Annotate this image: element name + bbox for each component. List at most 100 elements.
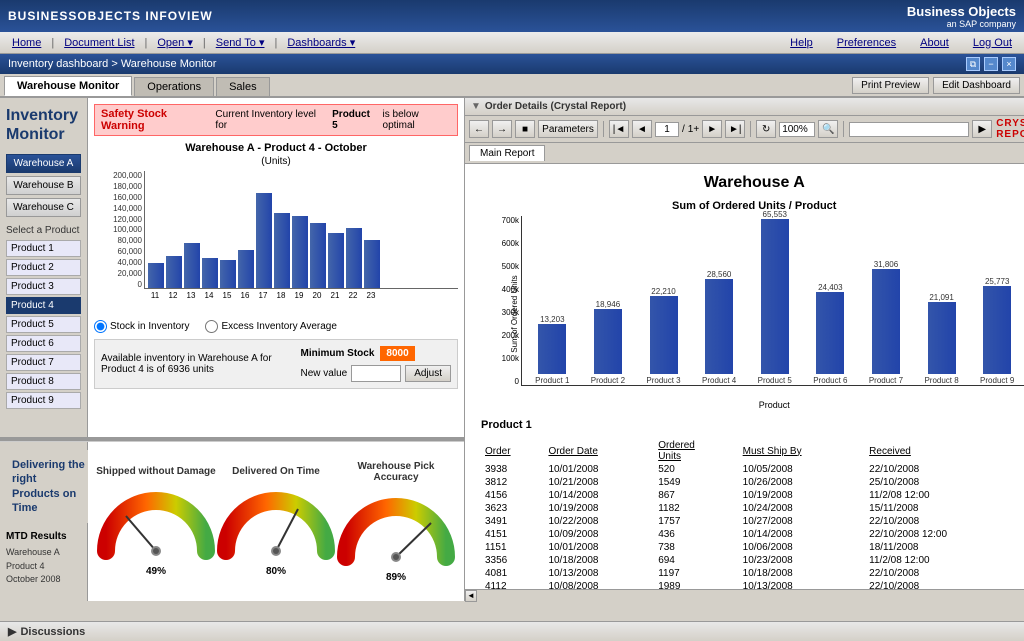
gauge-delivered-svg bbox=[216, 481, 336, 561]
mtd-info: Warehouse A Product 4 October 2008 bbox=[6, 546, 81, 587]
y-axis: 200,000 180,000 160,000 140,000 120,000 … bbox=[94, 171, 142, 289]
nav-open[interactable]: Open ▾ bbox=[149, 34, 201, 51]
stop-icon[interactable]: ■ bbox=[515, 120, 535, 138]
product-7-button[interactable]: Product 7 bbox=[6, 354, 81, 371]
product-2-button[interactable]: Product 2 bbox=[6, 259, 81, 276]
nav-dashboards[interactable]: Dashboards ▾ bbox=[279, 34, 363, 51]
breadcrumb-bar: Inventory dashboard > Warehouse Monitor … bbox=[0, 54, 1024, 74]
first-page-icon[interactable]: |◄ bbox=[609, 120, 629, 138]
crystal-header: ▼ Order Details (Crystal Report) bbox=[465, 98, 1024, 116]
breadcrumb-icons: ⧉ − × bbox=[966, 57, 1016, 71]
search-go-icon[interactable]: ▶ bbox=[972, 120, 992, 138]
report-y-axis: 700k600k500k400k300k200k100k0 bbox=[481, 216, 519, 386]
tab-warehouse-monitor[interactable]: Warehouse Monitor bbox=[4, 76, 132, 96]
warehouse-a-button[interactable]: Warehouse A bbox=[6, 154, 81, 173]
print-preview-button[interactable]: Print Preview bbox=[852, 77, 929, 94]
collapse-icon[interactable]: ▼ bbox=[471, 101, 481, 112]
nav-about[interactable]: About bbox=[912, 35, 957, 51]
product-5-button[interactable]: Product 5 bbox=[6, 316, 81, 333]
new-value-section: New value Adjust bbox=[301, 365, 452, 382]
warning-text: Current Inventory level for bbox=[215, 109, 326, 131]
bar-16 bbox=[238, 250, 254, 288]
inventory-sidebar: Inventory Monitor Warehouse A Warehouse … bbox=[0, 98, 88, 437]
bar-21 bbox=[328, 233, 344, 288]
rbar-p5: 65,553 Product 5 bbox=[748, 210, 801, 385]
bar-14 bbox=[202, 258, 218, 288]
min-stock-value: 8000 bbox=[380, 346, 414, 361]
gauge-shipped-svg bbox=[96, 481, 216, 561]
product-1-button[interactable]: Product 1 bbox=[6, 240, 81, 257]
warning-status: is below optimal bbox=[383, 109, 451, 131]
discussions-bar[interactable]: ▶ Discussions bbox=[0, 621, 1024, 641]
parameters-button[interactable]: Parameters bbox=[538, 120, 598, 138]
tab-main-report[interactable]: Main Report bbox=[469, 145, 545, 161]
tabs-right: Print Preview Edit Dashboard bbox=[852, 77, 1020, 94]
report-table-body: 393810/01/200852010/05/200822/10/2008381… bbox=[481, 463, 1024, 589]
nav-help[interactable]: Help bbox=[782, 35, 821, 51]
main-content: Inventory Monitor Warehouse A Warehouse … bbox=[0, 98, 1024, 601]
tab-sales[interactable]: Sales bbox=[216, 77, 270, 96]
table-row: 408110/13/2008119710/18/200822/10/2008 bbox=[481, 567, 1024, 580]
report-table: Order Order Date OrderedUnits Must Ship … bbox=[481, 439, 1024, 589]
new-value-input[interactable] bbox=[351, 365, 401, 382]
rbar-p9: 25,773 Product 9 bbox=[971, 277, 1024, 385]
product-9-button[interactable]: Product 9 bbox=[6, 392, 81, 409]
crystal-toolbar-left: ← → ■ Parameters |◄ ◄ / 1+ ► ►| ↻ 🔍 ▶ bbox=[469, 120, 992, 138]
zoom-icon[interactable]: 🔍 bbox=[818, 120, 838, 138]
col-received: Received bbox=[865, 439, 1024, 463]
next-page-icon[interactable]: ► bbox=[702, 120, 722, 138]
report-bar-chart: 13,203 Product 1 18,946 Product 2 22,210 bbox=[521, 216, 1024, 386]
refresh-icon[interactable]: ↻ bbox=[756, 120, 776, 138]
close-icon[interactable]: × bbox=[1002, 57, 1016, 71]
rbar-p7: 31,806 Product 7 bbox=[860, 260, 913, 385]
table-row: 393810/01/200852010/05/200822/10/2008 bbox=[481, 463, 1024, 476]
adjust-button[interactable]: Adjust bbox=[405, 365, 451, 382]
col-order: Order bbox=[481, 439, 544, 463]
nav-document-list[interactable]: Document List bbox=[56, 35, 142, 51]
product-8-button[interactable]: Product 8 bbox=[6, 373, 81, 390]
nav-forward-icon[interactable]: → bbox=[492, 120, 512, 138]
right-panel: ▼ Order Details (Crystal Report) ← → ■ P… bbox=[465, 98, 1024, 601]
table-row: 415610/14/200886710/19/200811/2/08 12:00 bbox=[481, 489, 1024, 502]
option-stock[interactable]: Stock in Inventory bbox=[94, 320, 189, 333]
chart-title: Warehouse A - Product 4 - October bbox=[94, 142, 458, 154]
gauge-delivered-title: Delivered On Time bbox=[216, 466, 336, 477]
col-must-ship: Must Ship By bbox=[739, 439, 866, 463]
rbar-p2: 18,946 Product 2 bbox=[582, 300, 635, 385]
gauges-main: Shipped without Damage bbox=[88, 442, 464, 601]
table-row: 415110/09/200843610/14/200822/10/2008 12… bbox=[481, 528, 1024, 541]
option-excess[interactable]: Excess Inventory Average bbox=[205, 320, 336, 333]
bar-11 bbox=[148, 263, 164, 288]
warehouse-c-button[interactable]: Warehouse C bbox=[6, 198, 81, 217]
minimize-icon[interactable]: − bbox=[984, 57, 998, 71]
tab-operations[interactable]: Operations bbox=[134, 77, 214, 96]
nav-preferences[interactable]: Preferences bbox=[829, 35, 904, 51]
nav-send-to[interactable]: Send To ▾ bbox=[208, 34, 273, 51]
edit-dashboard-button[interactable]: Edit Dashboard bbox=[933, 77, 1020, 94]
report-x-label: Product bbox=[521, 400, 1024, 410]
product-3-button[interactable]: Product 3 bbox=[6, 278, 81, 295]
safety-stock-warning: Safety Stock Warning Current Inventory l… bbox=[94, 104, 458, 136]
gauge-accuracy-svg bbox=[336, 487, 456, 567]
product-6-button[interactable]: Product 6 bbox=[6, 335, 81, 352]
page-current-input[interactable] bbox=[655, 122, 679, 137]
restore-icon[interactable]: ⧉ bbox=[966, 57, 980, 71]
page-separator: / bbox=[682, 124, 685, 135]
zoom-input[interactable] bbox=[779, 122, 815, 137]
nav-bar: Home | Document List | Open ▾ | Send To … bbox=[0, 32, 1024, 54]
nav-logout[interactable]: Log Out bbox=[965, 35, 1020, 51]
table-row: 381210/21/2008154910/26/200825/10/2008 bbox=[481, 476, 1024, 489]
top-bar: BUSINESSOBJECTS INFOVIEW Business Object… bbox=[0, 0, 1024, 32]
nav-home[interactable]: Home bbox=[4, 35, 49, 51]
report-content: Warehouse A Sum of Ordered Units / Produ… bbox=[465, 164, 1024, 589]
last-page-icon[interactable]: ►| bbox=[725, 120, 745, 138]
separator-3 bbox=[843, 121, 844, 137]
nav-back-icon[interactable]: ← bbox=[469, 120, 489, 138]
bar-22 bbox=[346, 228, 362, 288]
prev-page-icon[interactable]: ◄ bbox=[632, 120, 652, 138]
search-input[interactable] bbox=[849, 122, 969, 137]
product-4-button[interactable]: Product 4 bbox=[6, 297, 81, 314]
scroll-left-button[interactable]: ◄ bbox=[465, 590, 477, 602]
warehouse-b-button[interactable]: Warehouse B bbox=[6, 176, 81, 195]
table-row: 411210/08/2008198910/13/200822/10/2008 bbox=[481, 580, 1024, 589]
